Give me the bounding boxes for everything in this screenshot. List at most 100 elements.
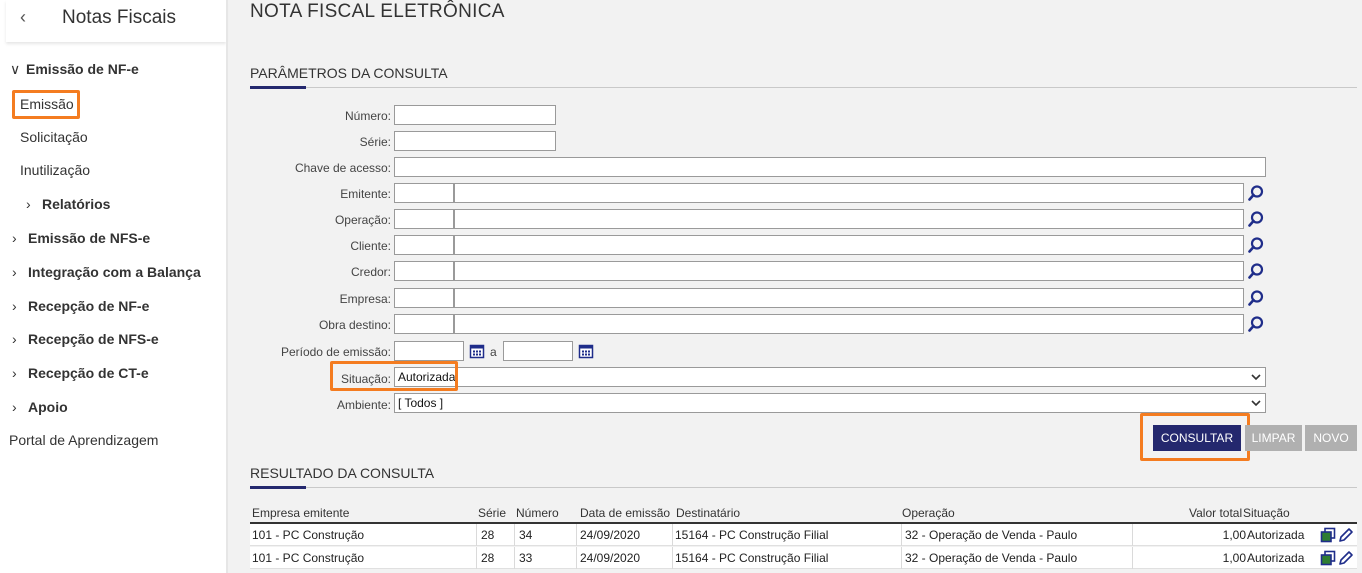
chevron-right-icon: › <box>12 331 17 347</box>
chave-acesso-label: Chave de acesso: <box>294 161 391 175</box>
empresa-name-input[interactable] <box>454 288 1244 308</box>
limpar-button[interactable]: LIMPAR <box>1245 425 1302 451</box>
results-section-divider <box>250 487 1357 488</box>
obra-destino-code-input[interactable] <box>394 314 454 334</box>
sidebar-subgroup-relatorios[interactable]: › Relatórios <box>26 196 110 212</box>
edit-pencil-icon[interactable] <box>1338 527 1354 543</box>
cell-numero: 33 <box>519 551 533 565</box>
cliente-name-input[interactable] <box>454 235 1244 255</box>
chevron-right-icon: › <box>12 230 17 246</box>
periodo-to-input[interactable] <box>503 341 573 361</box>
serie-label: Série: <box>359 135 391 149</box>
table-row[interactable]: 101 - PC Construção 28 34 24/09/2020 151… <box>250 524 1357 546</box>
ambiente-selected-value: [ Todos ] <box>398 396 444 410</box>
cell-divider <box>514 547 515 569</box>
operacao-search-icon[interactable] <box>1247 210 1265 228</box>
operacao-label: Operação: <box>334 213 391 227</box>
calendar-from-icon[interactable] <box>469 343 485 359</box>
col-destinatario[interactable]: Destinatário <box>676 506 740 520</box>
situacao-select[interactable]: Autorizada <box>394 367 1266 387</box>
chevron-left-icon[interactable]: ‹ <box>20 7 26 28</box>
periodo-from-input[interactable] <box>394 341 464 361</box>
chave-acesso-input[interactable] <box>394 157 1266 177</box>
col-numero[interactable]: Número <box>516 506 559 520</box>
cell-divider <box>576 547 577 569</box>
sidebar-group-recepcao-nfe[interactable]: › Recepção de NF-e <box>12 298 149 314</box>
calendar-to-icon[interactable] <box>578 343 594 359</box>
serie-input[interactable] <box>394 131 556 151</box>
chevron-right-icon: › <box>12 264 17 280</box>
col-empresa-emitente[interactable]: Empresa emitente <box>252 506 349 520</box>
empresa-search-icon[interactable] <box>1247 289 1265 307</box>
sidebar-group-emissao-nfse[interactable]: › Emissão de NFS-e <box>12 230 150 246</box>
empresa-code-input[interactable] <box>394 288 454 308</box>
sidebar-group-label: Emissão de NF-e <box>26 61 139 77</box>
copy-icon[interactable] <box>1320 527 1336 543</box>
sidebar-group-label: Relatórios <box>42 196 111 212</box>
params-section-title: PARÂMETROS DA CONSULTA <box>250 65 448 81</box>
ambiente-label: Ambiente: <box>336 398 391 412</box>
emitente-code-input[interactable] <box>394 183 454 203</box>
sidebar-group-emissao-nfe[interactable]: ∨ Emissão de NF-e <box>10 61 139 78</box>
sidebar-link-portal-aprendizagem[interactable]: Portal de Aprendizagem <box>9 432 158 448</box>
numero-input[interactable] <box>394 105 556 125</box>
cliente-search-icon[interactable] <box>1247 236 1265 254</box>
credor-name-input[interactable] <box>454 261 1244 281</box>
credor-code-input[interactable] <box>394 261 454 281</box>
obra-destino-name-input[interactable] <box>454 314 1244 334</box>
cell-empresa: 101 - PC Construção <box>252 551 365 565</box>
cell-divider <box>514 524 515 546</box>
copy-icon[interactable] <box>1320 550 1336 566</box>
sidebar-group-apoio[interactable]: › Apoio <box>12 399 68 415</box>
cell-operacao: 32 - Operação de Venda - Paulo <box>905 528 1078 542</box>
chevron-right-icon: › <box>12 365 17 381</box>
sidebar-group-label: Apoio <box>28 399 68 415</box>
cell-divider <box>576 524 577 546</box>
table-row[interactable]: 101 - PC Construção 28 33 24/09/2020 151… <box>250 547 1357 569</box>
sidebar-group-label: Recepção de CT-e <box>28 365 149 381</box>
cell-divider <box>1132 547 1133 569</box>
cell-empresa: 101 - PC Construção <box>252 528 365 542</box>
obra-destino-label: Obra destino: <box>318 318 391 332</box>
cliente-code-input[interactable] <box>394 235 454 255</box>
operacao-code-input[interactable] <box>394 209 454 229</box>
col-operacao[interactable]: Operação <box>902 506 955 520</box>
chevron-down-icon <box>1251 374 1261 381</box>
emitente-search-icon[interactable] <box>1247 184 1265 202</box>
col-situacao[interactable]: Situação <box>1243 506 1290 520</box>
col-valor-total[interactable]: Valor total <box>1189 506 1242 520</box>
sidebar-group-label: Emissão de NFS-e <box>28 230 151 246</box>
sidebar-item-solicitacao[interactable]: Solicitação <box>20 129 88 145</box>
edit-pencil-icon[interactable] <box>1338 550 1354 566</box>
sidebar-group-recepcao-nfse[interactable]: › Recepção de NFS-e <box>12 331 159 347</box>
obra-destino-search-icon[interactable] <box>1247 315 1265 333</box>
consultar-highlight <box>1140 413 1250 461</box>
ambiente-select[interactable]: [ Todos ] <box>394 393 1266 413</box>
cell-divider <box>1132 524 1133 546</box>
sidebar-group-integracao-balanca[interactable]: › Integração com a Balança <box>12 264 201 280</box>
operacao-name-input[interactable] <box>454 209 1244 229</box>
sidebar-item-emissao[interactable]: Emissão <box>20 96 74 112</box>
cell-serie: 28 <box>481 551 495 565</box>
chevron-down-icon <box>1251 400 1261 407</box>
col-serie[interactable]: Série <box>478 506 506 520</box>
numero-label: Número: <box>344 109 391 123</box>
sidebar-item-inutilizacao[interactable]: Inutilização <box>20 162 90 178</box>
results-section-accent <box>250 486 306 489</box>
params-section-accent <box>250 86 306 89</box>
cell-divider <box>672 524 673 546</box>
cell-serie: 28 <box>481 528 495 542</box>
cell-data: 24/09/2020 <box>580 551 641 565</box>
sidebar-divider <box>226 0 228 573</box>
cell-data: 24/09/2020 <box>580 528 641 542</box>
sidebar-group-label: Recepção de NFS-e <box>28 331 159 347</box>
sidebar-group-recepcao-cte[interactable]: › Recepção de CT-e <box>12 365 149 381</box>
sidebar-title: Notas Fiscais <box>62 7 177 28</box>
cell-divider <box>901 524 902 546</box>
cell-divider <box>476 524 477 546</box>
emitente-name-input[interactable] <box>454 183 1244 203</box>
cell-divider <box>901 547 902 569</box>
credor-search-icon[interactable] <box>1247 262 1265 280</box>
col-data-emissao[interactable]: Data de emissão <box>580 506 670 520</box>
novo-button[interactable]: NOVO <box>1305 425 1357 451</box>
